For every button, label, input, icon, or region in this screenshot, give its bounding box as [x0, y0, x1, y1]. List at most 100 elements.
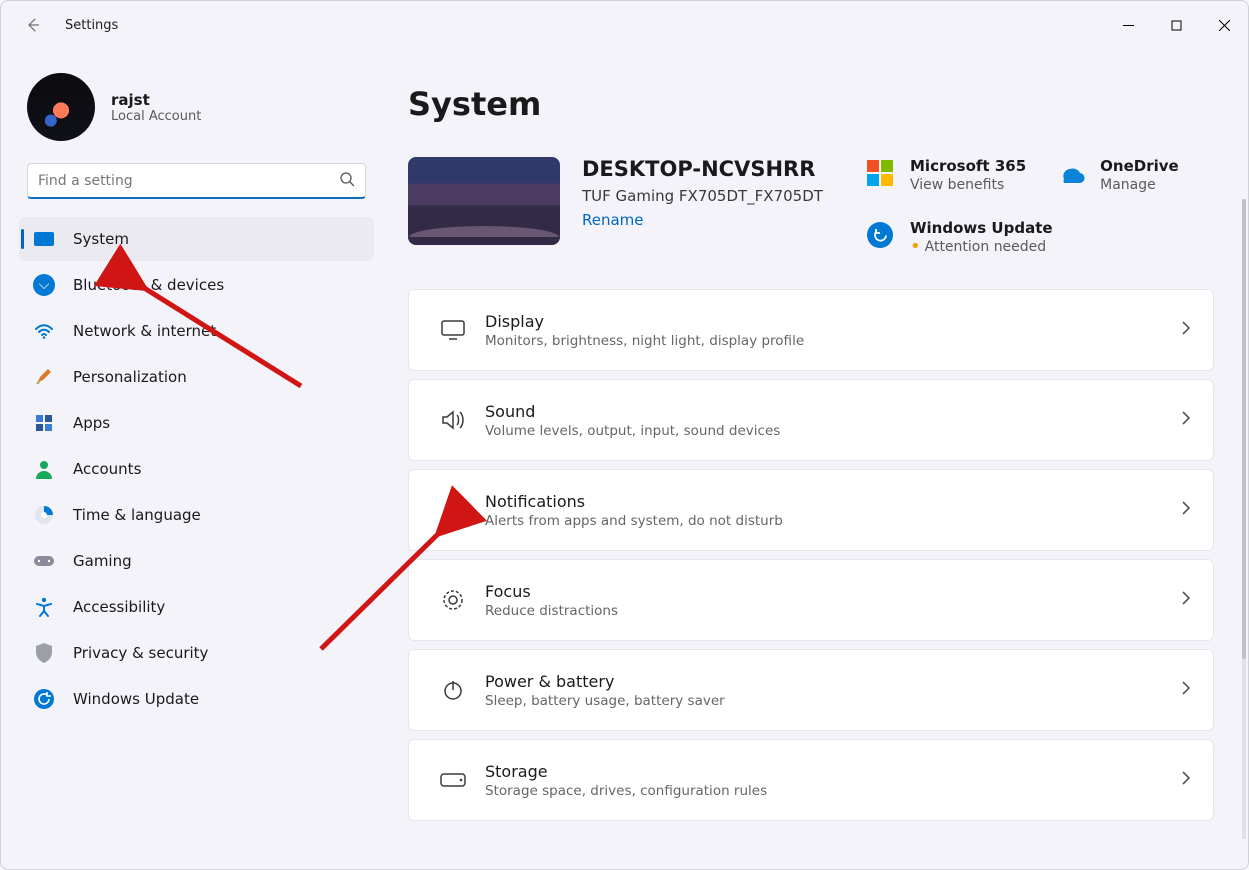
shield-icon [33, 642, 55, 664]
profile-block[interactable]: rajst Local Account [19, 67, 374, 159]
nav-time[interactable]: Time & language [19, 493, 374, 537]
nav-list: System ⌵ Bluetooth & devices Network & i… [19, 217, 374, 721]
person-icon [33, 458, 55, 480]
promo-onedrive[interactable]: OneDrive Manage [1054, 157, 1179, 193]
search-box[interactable] [27, 163, 366, 199]
chevron-right-icon [1181, 500, 1191, 520]
windows-update-icon [864, 219, 896, 251]
nav-label: Apps [73, 414, 110, 432]
titlebar: Settings [1, 1, 1248, 49]
nav-label: Network & internet [73, 322, 216, 340]
device-info-row: DESKTOP-NCVSHRR TUF Gaming FX705DT_FX705… [408, 157, 1214, 255]
card-title: Sound [485, 402, 780, 421]
nav-bluetooth[interactable]: ⌵ Bluetooth & devices [19, 263, 374, 307]
card-sub: Reduce distractions [485, 603, 618, 619]
card-sub: Monitors, brightness, night light, displ… [485, 333, 804, 349]
card-title: Notifications [485, 492, 783, 511]
focus-icon [431, 588, 475, 612]
chevron-right-icon [1181, 770, 1191, 790]
promo-title: OneDrive [1100, 157, 1179, 175]
profile-name: rajst [111, 91, 201, 109]
card-title: Focus [485, 582, 618, 601]
card-sub: Volume levels, output, input, sound devi… [485, 423, 780, 439]
card-title: Power & battery [485, 672, 725, 691]
device-model: TUF Gaming FX705DT_FX705DT [582, 187, 823, 205]
scrollbar-thumb[interactable] [1242, 199, 1246, 659]
close-icon [1219, 20, 1230, 31]
nav-windows-update[interactable]: Windows Update [19, 677, 374, 721]
promo-title: Microsoft 365 [910, 157, 1026, 175]
promo-m365[interactable]: Microsoft 365 View benefits [864, 157, 1026, 193]
nav-personalization[interactable]: Personalization [19, 355, 374, 399]
window-controls [1104, 5, 1248, 45]
promo-sub: Manage [1100, 177, 1179, 193]
desktop-preview-thumbnail[interactable] [408, 157, 560, 245]
avatar [27, 73, 95, 141]
card-title: Display [485, 312, 804, 331]
sidebar: rajst Local Account System ⌵ Bluetooth &… [1, 49, 386, 869]
card-sub: Alerts from apps and system, do not dist… [485, 513, 783, 529]
back-button[interactable] [19, 11, 47, 39]
clock-globe-icon [33, 504, 55, 526]
gamepad-icon [33, 550, 55, 572]
profile-account-type: Local Account [111, 109, 201, 124]
search-input[interactable] [38, 173, 339, 189]
nav-label: Time & language [73, 506, 201, 524]
card-storage[interactable]: Storage Storage space, drives, configura… [408, 739, 1214, 821]
nav-apps[interactable]: Apps [19, 401, 374, 445]
nav-accessibility[interactable]: Accessibility [19, 585, 374, 629]
nav-privacy[interactable]: Privacy & security [19, 631, 374, 675]
promo-sub: View benefits [910, 177, 1026, 193]
app-title: Settings [65, 18, 118, 33]
card-notifications[interactable]: Notifications Alerts from apps and syste… [408, 469, 1214, 551]
update-icon [33, 688, 55, 710]
main-pane: System DESKTOP-NCVSHRR TUF Gaming FX705D… [386, 49, 1248, 869]
search-icon [339, 171, 355, 191]
nav-label: Accessibility [73, 598, 165, 616]
arrow-left-icon [25, 17, 41, 33]
page-heading: System [408, 85, 1214, 123]
minimize-icon [1123, 20, 1134, 31]
nav-label: Accounts [73, 460, 141, 478]
maximize-icon [1171, 20, 1182, 31]
rename-link[interactable]: Rename [582, 211, 644, 229]
promo-title: Windows Update [910, 219, 1053, 237]
minimize-button[interactable] [1104, 5, 1152, 45]
card-title: Storage [485, 762, 767, 781]
chevron-right-icon [1181, 590, 1191, 610]
card-sub: Sleep, battery usage, battery saver [485, 693, 725, 709]
card-power[interactable]: Power & battery Sleep, battery usage, ba… [408, 649, 1214, 731]
nav-label: Bluetooth & devices [73, 276, 224, 294]
promo-column: Microsoft 365 View benefits OneDrive Man… [864, 157, 1214, 255]
bluetooth-icon: ⌵ [33, 274, 55, 296]
maximize-button[interactable] [1152, 5, 1200, 45]
nav-network[interactable]: Network & internet [19, 309, 374, 353]
promo-sub: •Attention needed [910, 239, 1053, 255]
promo-windows-update[interactable]: Windows Update •Attention needed [864, 219, 1214, 255]
power-icon [431, 679, 475, 701]
nav-label: Gaming [73, 552, 132, 570]
storage-icon [431, 773, 475, 787]
scrollbar[interactable] [1242, 199, 1246, 839]
accessibility-icon [33, 596, 55, 618]
card-sound[interactable]: Sound Volume levels, output, input, soun… [408, 379, 1214, 461]
card-display[interactable]: Display Monitors, brightness, night ligh… [408, 289, 1214, 371]
nav-accounts[interactable]: Accounts [19, 447, 374, 491]
nav-system[interactable]: System [19, 217, 374, 261]
chevron-right-icon [1181, 410, 1191, 430]
bell-icon [431, 498, 475, 522]
card-focus[interactable]: Focus Reduce distractions [408, 559, 1214, 641]
chevron-right-icon [1181, 320, 1191, 340]
nav-label: Windows Update [73, 690, 199, 708]
nav-label: Privacy & security [73, 644, 208, 662]
nav-gaming[interactable]: Gaming [19, 539, 374, 583]
close-button[interactable] [1200, 5, 1248, 45]
system-icon [33, 228, 55, 250]
settings-card-list: Display Monitors, brightness, night ligh… [408, 289, 1214, 821]
nav-label: System [73, 230, 129, 248]
card-sub: Storage space, drives, configuration rul… [485, 783, 767, 799]
display-icon [431, 320, 475, 340]
microsoft-365-icon [864, 157, 896, 189]
brush-icon [33, 366, 55, 388]
nav-label: Personalization [73, 368, 187, 386]
